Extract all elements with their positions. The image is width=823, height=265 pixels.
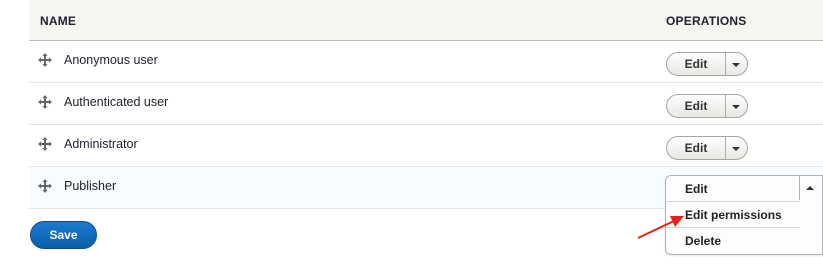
edit-button[interactable]: Edit (667, 137, 726, 159)
column-header-operations: OPERATIONS (666, 14, 747, 28)
drag-handle-icon[interactable] (38, 179, 52, 193)
table-row: Anonymous user Edit (29, 41, 823, 83)
edit-button[interactable]: Edit (667, 95, 726, 117)
menu-item-edit-permissions[interactable]: Edit permissions (666, 202, 800, 228)
chevron-up-icon (806, 186, 814, 190)
table-row: Administrator Edit (29, 125, 823, 167)
menu-item-edit[interactable]: Edit (666, 176, 800, 202)
chevron-down-icon (732, 147, 740, 151)
table-header: NAME OPERATIONS (29, 0, 823, 41)
drag-handle-icon[interactable] (38, 95, 52, 109)
column-header-name: NAME (40, 14, 77, 28)
role-name: Administrator (64, 137, 138, 151)
drag-handle-icon[interactable] (38, 137, 52, 151)
drag-handle-icon[interactable] (38, 53, 52, 67)
operations-dropdown-menu: Edit Edit permissions Delete (665, 175, 823, 255)
role-name: Publisher (64, 179, 117, 193)
save-button[interactable]: Save (30, 221, 97, 249)
dropbutton-toggle[interactable] (725, 53, 747, 75)
dropbutton-toggle[interactable] (725, 137, 747, 159)
menu-item-delete[interactable]: Delete (666, 228, 800, 254)
role-name: Authenticated user (64, 95, 169, 109)
dropbutton-toggle[interactable] (799, 176, 822, 200)
chevron-down-icon (732, 63, 740, 67)
operations-dropbutton: Edit (666, 136, 748, 160)
role-name: Anonymous user (64, 53, 158, 67)
table-row: Authenticated user Edit (29, 83, 823, 125)
dropbutton-toggle[interactable] (725, 95, 747, 117)
edit-button[interactable]: Edit (667, 53, 726, 75)
operations-dropbutton: Edit (666, 94, 748, 118)
operations-dropbutton: Edit (666, 52, 748, 76)
chevron-down-icon (732, 105, 740, 109)
